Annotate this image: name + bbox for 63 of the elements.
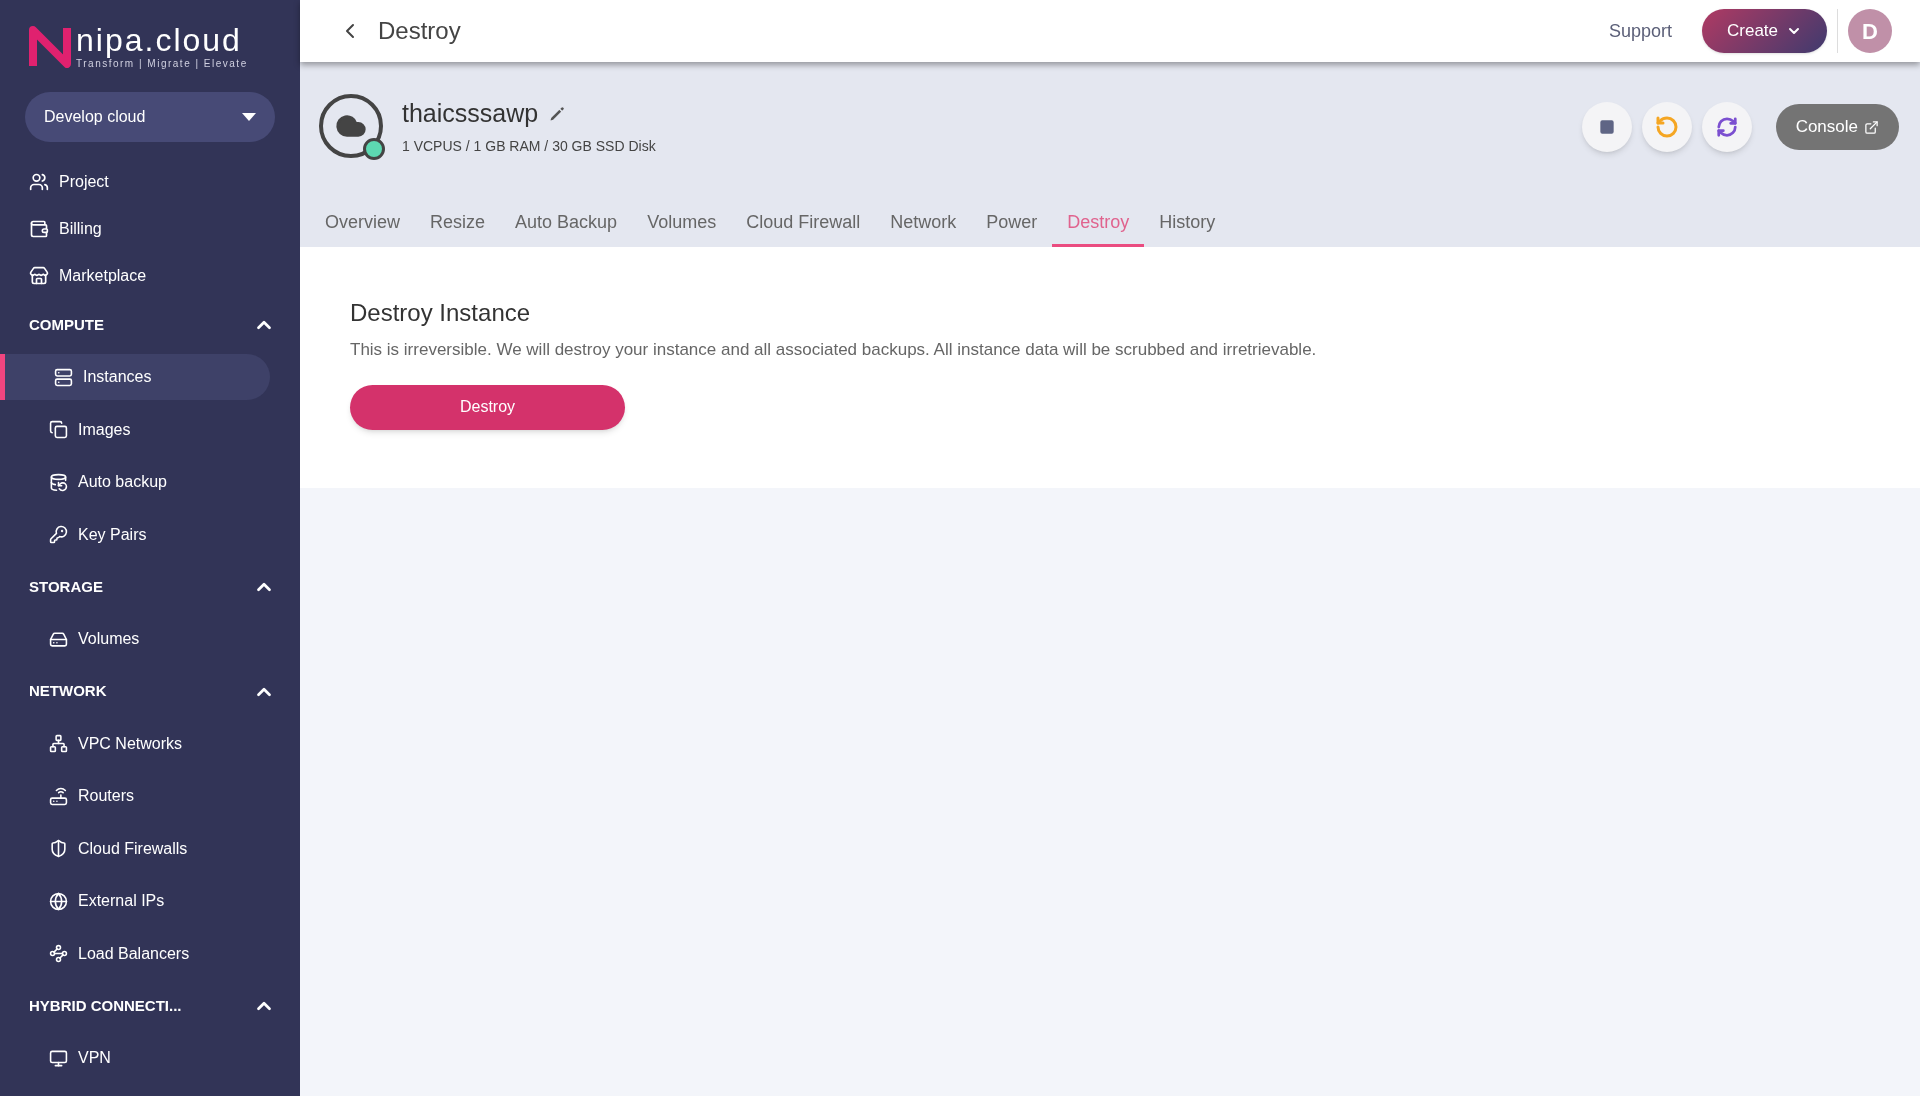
tab[interactable]: Resize — [415, 201, 501, 247]
console-button[interactable]: Console — [1775, 104, 1899, 150]
section-header[interactable]: HYBRID CONNECTI... — [0, 980, 300, 1032]
tab[interactable]: Network — [875, 201, 972, 247]
shield-icon — [49, 839, 68, 859]
active-indicator — [0, 354, 5, 401]
nav-item[interactable]: Volumes — [5, 616, 270, 663]
globe-icon — [49, 891, 68, 911]
nav-item[interactable]: VPC Networks — [5, 720, 270, 767]
refresh-icon — [1715, 116, 1738, 138]
tab[interactable]: Auto Backup — [500, 201, 633, 247]
tab[interactable]: Overview — [310, 201, 415, 247]
stacked-pages-icon — [49, 420, 68, 440]
logo-tagline: Transform | Migrate | Elevate — [76, 57, 248, 71]
edit-icon[interactable] — [548, 104, 567, 123]
instance-name: thaicsssawp — [402, 97, 539, 129]
nav-item[interactable]: External IPs — [5, 878, 270, 925]
nav-item[interactable]: Billing — [0, 205, 300, 252]
nodes-icon — [49, 944, 68, 964]
nav-item[interactable]: Marketplace — [0, 252, 300, 299]
project-selector[interactable]: Develop cloud — [25, 92, 275, 142]
logo-icon — [28, 26, 72, 68]
hard-drive-icon — [49, 629, 68, 649]
database-icon — [49, 472, 68, 492]
monitor-icon — [49, 1048, 68, 1068]
section-header[interactable]: COMPUTE — [0, 299, 300, 351]
nav-item[interactable]: Routers — [5, 773, 270, 820]
refresh-button[interactable] — [1701, 102, 1752, 152]
panel-description: This is irreversible. We will destroy your instance and all associated backups. All instance data will be scrubbed and irretrievable. — [350, 339, 1318, 361]
external-link-icon — [1864, 119, 1879, 135]
support-link[interactable]: Support — [1608, 17, 1672, 45]
network-icon — [49, 734, 68, 754]
wallet-icon — [29, 218, 49, 239]
store-icon — [29, 265, 49, 286]
router-icon — [49, 786, 68, 806]
logo-text: nipa.cloud — [76, 23, 243, 56]
page-title: Destroy — [378, 16, 461, 46]
nav-item[interactable]: Project — [0, 158, 300, 205]
stop-button[interactable] — [1581, 102, 1632, 152]
nav-item[interactable]: Auto backup — [5, 459, 270, 506]
restart-button[interactable] — [1641, 102, 1692, 152]
panel-title: Destroy Instance — [350, 298, 532, 328]
key-icon — [49, 525, 68, 545]
nav-item[interactable]: Load Balancers — [5, 930, 270, 977]
section-header[interactable]: NETWORK — [0, 665, 300, 718]
nav-item[interactable]: VPN — [5, 1035, 270, 1082]
stop-icon — [1598, 119, 1615, 135]
nav-item[interactable]: Key Pairs — [5, 511, 270, 558]
caret-icon — [242, 113, 256, 121]
destroy-button[interactable]: Destroy — [350, 384, 625, 430]
instance-specs: 1 VCPUS / 1 GB RAM / 30 GB SSD Disk — [402, 137, 656, 157]
tab[interactable]: Cloud Firewall — [731, 201, 876, 247]
restart-icon — [1654, 115, 1679, 139]
nav-item[interactable]: Images — [5, 406, 270, 453]
tab[interactable]: History — [1144, 201, 1231, 247]
tab[interactable]: Power — [971, 201, 1053, 247]
users-icon — [29, 171, 49, 192]
section-header[interactable]: STORAGE — [0, 561, 300, 613]
server-icon — [54, 367, 73, 387]
nav-item[interactable]: Instances — [5, 354, 270, 401]
create-button[interactable]: Create — [1702, 9, 1827, 53]
tab[interactable]: Volumes — [632, 201, 732, 247]
nav-item[interactable]: Cloud Firewalls — [5, 825, 270, 872]
